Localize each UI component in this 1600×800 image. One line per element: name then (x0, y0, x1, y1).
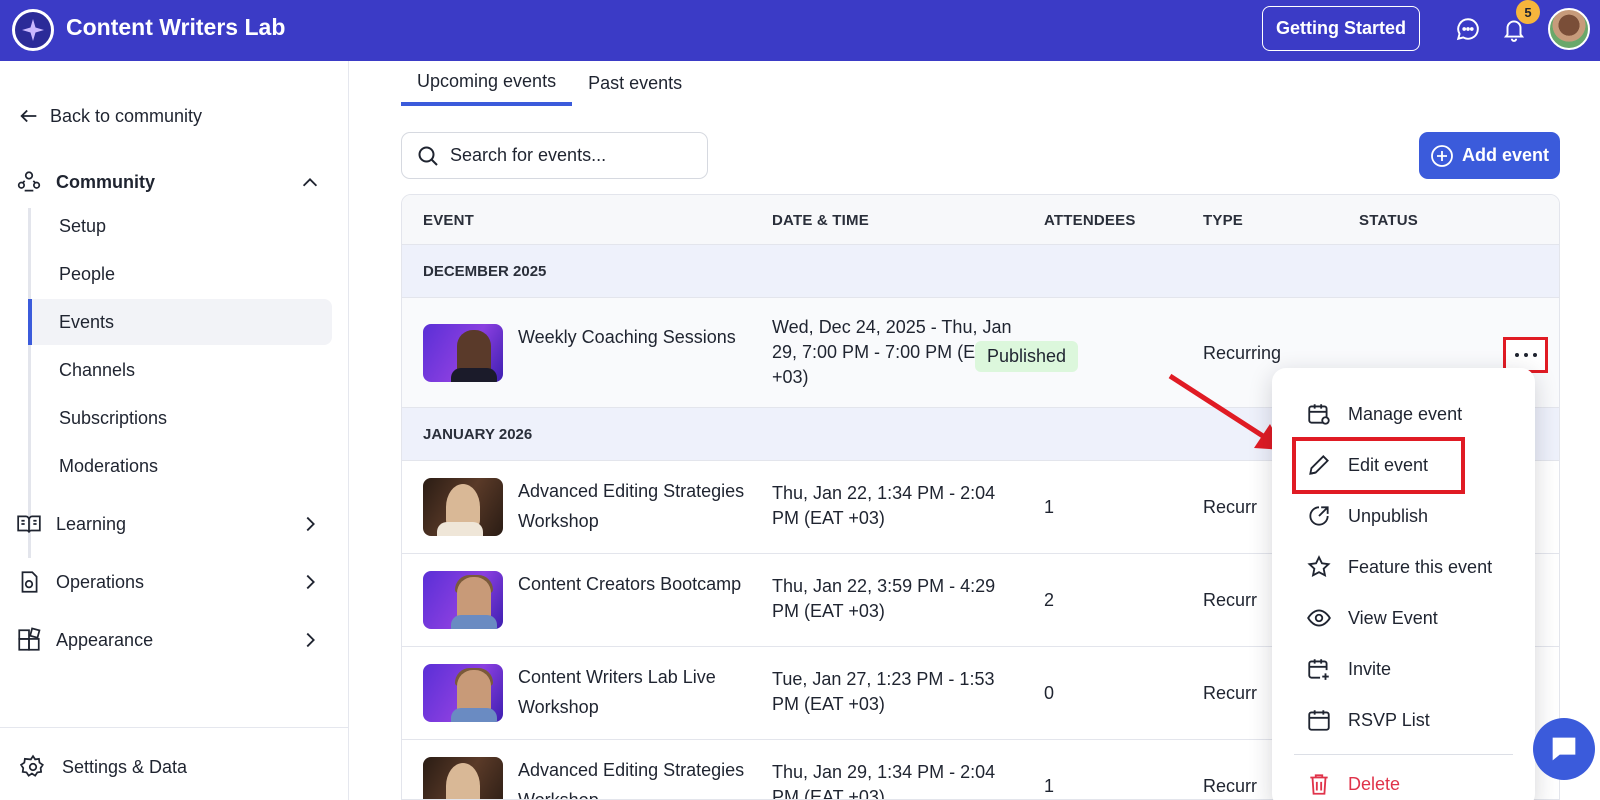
event-date: Tue, Jan 27, 1:23 PM - 1:53 PM (EAT +03) (772, 669, 995, 714)
column-header-attendees: ATTENDEES (1044, 212, 1136, 229)
menu-item-rsvp-list[interactable]: RSVP List (1272, 696, 1535, 744)
group-row-december-2025: DECEMBER 2025 (402, 245, 1559, 298)
plus-circle-icon (1431, 144, 1453, 167)
search-box[interactable] (401, 132, 708, 179)
event-name[interactable]: Weekly Coaching Sessions (518, 322, 748, 352)
back-to-community-link[interactable]: Back to community (18, 105, 202, 127)
sidebar-section-appearance[interactable]: Appearance (16, 627, 153, 653)
add-event-button[interactable]: Add event (1419, 132, 1560, 179)
sidebar-item-setup[interactable]: Setup (28, 203, 332, 249)
more-dot-icon (1532, 353, 1537, 357)
user-avatar[interactable] (1548, 8, 1590, 50)
event-thumbnail (423, 324, 503, 382)
chevron-right-icon[interactable] (298, 512, 322, 536)
event-actions-menu: Manage event Edit event Unpublish Featur… (1272, 368, 1535, 800)
event-thumbnail (423, 757, 503, 799)
pencil-icon (1309, 455, 1329, 475)
event-type: Recurr (1203, 683, 1258, 703)
event-attendees: 1 (1044, 776, 1055, 796)
event-name[interactable]: Content Writers Lab Live Workshop (518, 662, 748, 722)
arrow-left-icon (20, 109, 37, 123)
settings-and-data-link[interactable]: Settings & Data (20, 754, 187, 780)
column-header-status: STATUS (1359, 212, 1418, 229)
column-header-date-time: DATE & TIME (772, 212, 869, 229)
event-name[interactable]: Content Creators Bootcamp (518, 569, 748, 599)
support-chat-button[interactable] (1533, 718, 1595, 780)
tab-upcoming-events[interactable]: Upcoming events (401, 61, 573, 106)
event-tabs: Upcoming events Past events (401, 61, 698, 107)
eye-icon (1307, 609, 1331, 627)
calendar-icon (1308, 710, 1330, 731)
menu-item-manage-event[interactable]: Manage event (1272, 390, 1535, 438)
event-attendees: 1 (1044, 497, 1055, 517)
event-type: Recurr (1203, 590, 1258, 610)
search-icon (418, 146, 438, 166)
getting-started-button[interactable]: Getting Started (1262, 6, 1420, 51)
table-header: EVENT DATE & TIME ATTENDEES TYPE STATUS (402, 195, 1559, 245)
event-type: Recurr (1203, 776, 1258, 796)
event-date: Thu, Jan 22, 3:59 PM - 4:29 PM (EAT +03) (772, 576, 996, 621)
event-type: Recurr (1203, 497, 1258, 517)
calendar-gear-icon (1308, 404, 1330, 425)
event-type: Recurring (1203, 343, 1282, 363)
notification-badge: 5 (1516, 0, 1540, 24)
star-icon (1307, 555, 1331, 578)
more-dot-icon (1523, 353, 1528, 357)
event-attendees: 2 (1044, 590, 1055, 610)
event-name[interactable]: Advanced Editing Strategies Workshop (518, 755, 748, 799)
menu-item-invite[interactable]: Invite (1272, 645, 1535, 693)
menu-item-delete[interactable]: Delete (1272, 760, 1535, 800)
chevron-up-icon[interactable] (298, 171, 322, 195)
top-bar: Content Writers Lab Getting Started 5 (0, 0, 1600, 61)
chat-icon[interactable] (1454, 15, 1482, 43)
sidebar-item-subscriptions[interactable]: Subscriptions (28, 395, 332, 441)
chat-bubble-icon (1552, 737, 1576, 761)
column-header-type: TYPE (1203, 212, 1243, 229)
sidebar-section-operations[interactable]: Operations (16, 569, 144, 595)
book-icon (17, 515, 41, 533)
event-thumbnail (423, 571, 503, 629)
status-badge: Published (975, 341, 1079, 372)
sidebar-item-people[interactable]: People (28, 251, 332, 297)
calendar-plus-icon (1308, 659, 1329, 680)
sidebar-divider (0, 727, 349, 728)
gear-icon (20, 754, 44, 777)
event-thumbnail (423, 664, 503, 722)
event-date: Thu, Jan 29, 1:34 PM - 2:04 PM (EAT +03) (772, 762, 996, 800)
appearance-icon (18, 627, 41, 651)
column-header-event: EVENT (423, 212, 475, 229)
menu-item-unpublish[interactable]: Unpublish (1272, 492, 1535, 540)
app-title[interactable]: Content Writers Lab (66, 14, 285, 41)
event-thumbnail (423, 478, 503, 536)
event-name[interactable]: Advanced Editing Strategies Workshop (518, 476, 748, 536)
trash-icon (1310, 774, 1328, 795)
sidebar-item-events[interactable]: Events (28, 299, 332, 345)
menu-item-feature-event[interactable]: Feature this event (1272, 543, 1535, 591)
sidebar-item-channels[interactable]: Channels (28, 347, 332, 393)
annotation-arrow-icon (1168, 373, 1284, 450)
menu-item-view-event[interactable]: View Event (1272, 594, 1535, 642)
menu-separator (1294, 754, 1513, 755)
tab-past-events[interactable]: Past events (572, 61, 698, 106)
search-input[interactable] (450, 145, 690, 166)
group-label: DECEMBER 2025 (423, 263, 547, 280)
group-label: JANUARY 2026 (423, 426, 533, 443)
sidebar-section-community[interactable]: Community (16, 169, 155, 195)
menu-item-edit-event[interactable]: Edit event (1272, 441, 1535, 489)
unpublish-icon (1309, 506, 1329, 526)
sidebar-item-moderations[interactable]: Moderations (28, 443, 332, 489)
event-attendees: 0 (1044, 683, 1055, 703)
chevron-right-icon[interactable] (298, 570, 322, 594)
more-dot-icon (1514, 353, 1519, 357)
app-logo-icon[interactable] (12, 9, 54, 51)
event-date: Thu, Jan 22, 1:34 PM - 2:04 PM (EAT +03) (772, 483, 996, 528)
operations-icon (21, 571, 38, 593)
sidebar: Back to community Community Setup People… (0, 61, 349, 800)
chevron-right-icon[interactable] (298, 628, 322, 652)
sidebar-section-learning[interactable]: Learning (16, 511, 126, 537)
community-icon (17, 171, 41, 192)
